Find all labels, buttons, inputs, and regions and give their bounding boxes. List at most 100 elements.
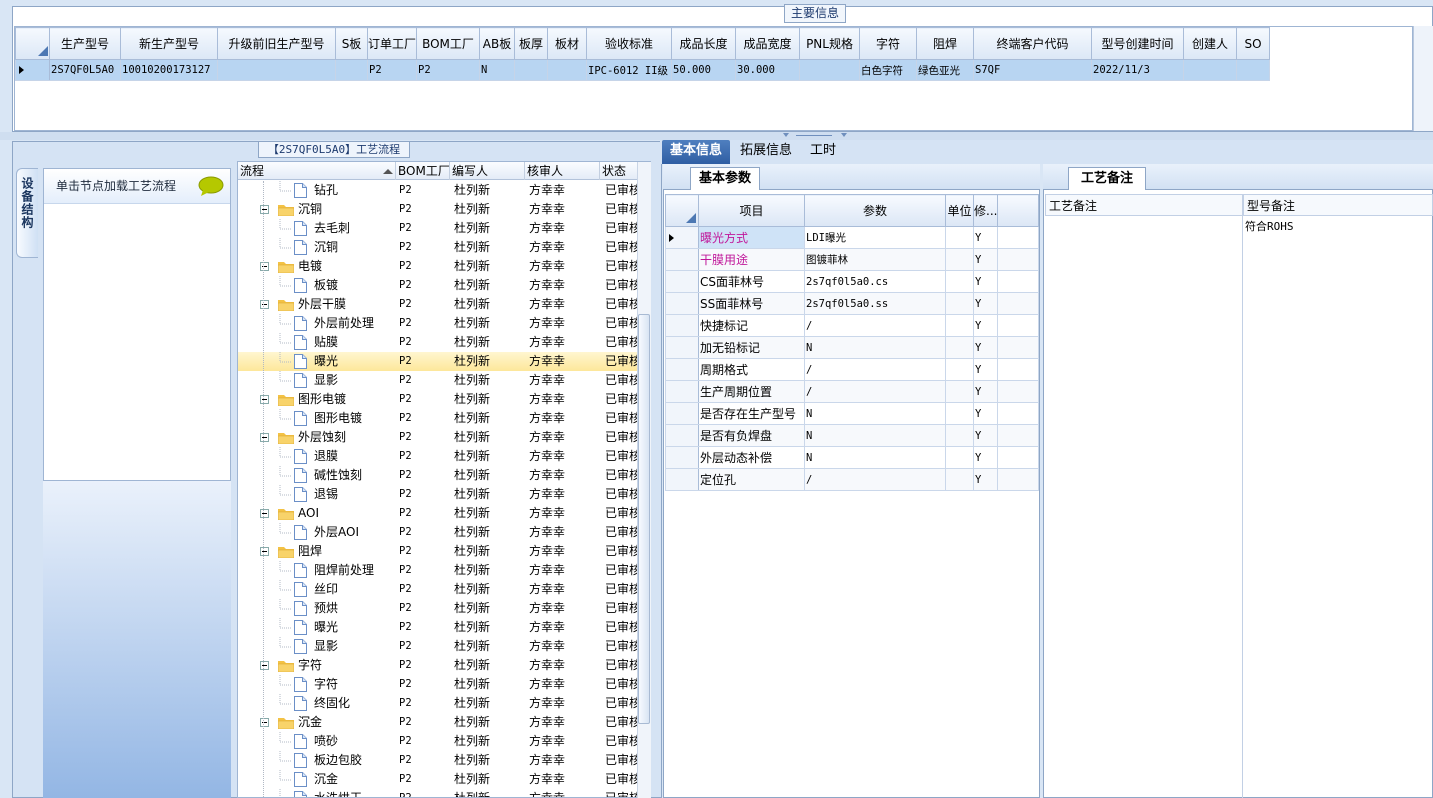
param-mod-cell[interactable]: Y [972, 358, 999, 381]
column-header[interactable]: 型号创建时间 [1091, 27, 1185, 60]
tree-row[interactable]: 水洗烘干 P2 杜列新 方幸幸 已审核 [238, 789, 638, 797]
table-cell[interactable] [1236, 59, 1271, 81]
column-header[interactable]: SO [1236, 27, 1271, 60]
tree-row[interactable]: 外层干膜 P2 杜列新 方幸幸 已审核 [238, 295, 638, 314]
param-unit-cell[interactable] [945, 468, 974, 491]
table-cell[interactable]: P2 [416, 59, 481, 81]
tab-basic-info[interactable]: 基本信息 [662, 140, 731, 164]
remarks-tab[interactable]: 工艺备注 [1068, 167, 1146, 190]
tree-row[interactable]: 字符 P2 杜列新 方幸幸 已审核 [238, 675, 638, 694]
column-header[interactable]: 升级前旧生产型号 [217, 27, 336, 60]
collapse-icon[interactable] [260, 547, 269, 556]
tree-row[interactable]: 图形电镀 P2 杜列新 方幸幸 已审核 [238, 409, 638, 428]
table-cell[interactable] [799, 59, 861, 81]
process-remark-field[interactable] [1045, 216, 1243, 798]
column-header[interactable]: 订单工厂 [366, 27, 418, 60]
tree-row[interactable]: AOI P2 杜列新 方幸幸 已审核 [238, 504, 638, 523]
param-item-cell[interactable]: 曝光方式 [698, 226, 805, 249]
param-column-header[interactable]: 参数 [804, 194, 946, 227]
collapse-icon[interactable] [260, 395, 269, 404]
param-unit-cell[interactable] [945, 402, 974, 425]
column-header[interactable]: S板 [335, 27, 368, 60]
param-item-cell[interactable]: CS面菲林号 [698, 270, 805, 293]
param-mod-cell[interactable]: Y [972, 226, 999, 249]
tree-row[interactable]: 退膜 P2 杜列新 方幸幸 已审核 [238, 447, 638, 466]
tab-work-hours[interactable]: 工时 [802, 140, 844, 164]
column-header[interactable]: 终端客户代码 [973, 27, 1093, 60]
column-header[interactable]: 板材 [547, 27, 588, 60]
param-mod-cell[interactable]: Y [972, 424, 999, 447]
tab-extended-info[interactable]: 拓展信息 [732, 140, 800, 164]
collapse-icon[interactable] [260, 205, 269, 214]
param-value-cell[interactable]: N [804, 446, 946, 469]
column-header[interactable]: PNL规格 [799, 27, 861, 60]
param-unit-cell[interactable] [945, 336, 974, 359]
table-cell[interactable]: P2 [366, 59, 418, 81]
tree-row[interactable]: 板边包胶 P2 杜列新 方幸幸 已审核 [238, 751, 638, 770]
param-unit-cell[interactable] [945, 380, 974, 403]
tree-column-header[interactable]: 编写人 [450, 162, 525, 180]
collapse-icon[interactable] [260, 262, 269, 271]
param-row[interactable]: 生产周期位置 / Y [665, 380, 1040, 403]
param-row[interactable]: CS面菲林号 2s7qf0l5a0.cs Y [665, 270, 1040, 293]
param-item-cell[interactable]: 外层动态补偿 [698, 446, 805, 469]
table-cell[interactable] [547, 59, 588, 81]
table-cell[interactable]: 绿色亚光 [916, 59, 975, 81]
column-header[interactable]: 创建人 [1183, 27, 1238, 60]
sort-up-icon[interactable] [383, 168, 393, 175]
tree-row[interactable]: 显影 P2 杜列新 方幸幸 已审核 [238, 371, 638, 390]
param-unit-cell[interactable] [945, 270, 974, 293]
tree-row[interactable]: 沉金 P2 杜列新 方幸幸 已审核 [238, 713, 638, 732]
param-value-cell[interactable]: 2s7qf0l5a0.ss [804, 292, 946, 315]
param-value-cell[interactable]: / [804, 468, 946, 491]
tree-row[interactable]: 沉铜 P2 杜列新 方幸幸 已审核 [238, 200, 638, 219]
param-row[interactable]: 曝光方式 LDI曝光 Y [665, 226, 1040, 249]
param-value-cell[interactable]: / [804, 314, 946, 337]
param-mod-cell[interactable]: Y [972, 380, 999, 403]
tree-row[interactable]: 外层前处理 P2 杜列新 方幸幸 已审核 [238, 314, 638, 333]
tree-row[interactable]: 喷砂 P2 杜列新 方幸幸 已审核 [238, 732, 638, 751]
tree-row[interactable]: 终固化 P2 杜列新 方幸幸 已审核 [238, 694, 638, 713]
param-value-cell[interactable]: N [804, 402, 946, 425]
param-column-header[interactable]: 单位 [945, 194, 974, 227]
collapse-icon[interactable] [260, 509, 269, 518]
column-header[interactable]: 生产型号 [49, 27, 121, 60]
tree-row[interactable]: 板镀 P2 杜列新 方幸幸 已审核 [238, 276, 638, 295]
table-row[interactable]: 2S7QF0L5A0 10010200173127 P2 P2 N IPC-6012 II… [15, 59, 1271, 81]
param-row[interactable]: 是否有负焊盘 N Y [665, 424, 1040, 447]
param-row[interactable]: 快捷标记 / Y [665, 314, 1040, 337]
table-cell[interactable] [514, 59, 549, 81]
table-cell[interactable]: 2022/11/3 [1091, 59, 1185, 81]
param-column-header[interactable]: 项目 [698, 194, 805, 227]
speech-bubble-icon[interactable] [198, 176, 224, 196]
tree-row[interactable]: 电镀 P2 杜列新 方幸幸 已审核 [238, 257, 638, 276]
param-value-cell[interactable]: N [804, 424, 946, 447]
collapse-icon[interactable] [260, 300, 269, 309]
tree-row[interactable]: 曝光 P2 杜列新 方幸幸 已审核 [238, 352, 638, 371]
table-cell[interactable] [217, 59, 336, 81]
param-row[interactable]: SS面菲林号 2s7qf0l5a0.ss Y [665, 292, 1040, 315]
collapse-icon[interactable] [260, 433, 269, 442]
table-cell[interactable]: IPC-6012 II级 [586, 59, 673, 81]
column-header[interactable]: AB板 [479, 27, 516, 60]
process-tree-scroll-thumb[interactable] [638, 314, 650, 724]
param-item-cell[interactable]: 干膜用途 [698, 248, 805, 271]
tree-column-header[interactable]: BOM工厂 [396, 162, 450, 180]
tree-row[interactable]: 预烘 P2 杜列新 方幸幸 已审核 [238, 599, 638, 618]
tree-row[interactable]: 碱性蚀刻 P2 杜列新 方幸幸 已审核 [238, 466, 638, 485]
tree-column-header[interactable]: 状态 [600, 162, 638, 180]
param-item-cell[interactable]: 是否有负焊盘 [698, 424, 805, 447]
param-mod-cell[interactable]: Y [972, 402, 999, 425]
param-mod-cell[interactable]: Y [972, 314, 999, 337]
tree-column-header[interactable]: 核审人 [525, 162, 600, 180]
tree-row[interactable]: 阻焊 P2 杜列新 方幸幸 已审核 [238, 542, 638, 561]
tree-row[interactable]: 钻孔 P2 杜列新 方幸幸 已审核 [238, 181, 638, 200]
param-unit-cell[interactable] [945, 314, 974, 337]
tree-row[interactable]: 曝光 P2 杜列新 方幸幸 已审核 [238, 618, 638, 637]
tree-row[interactable]: 退锡 P2 杜列新 方幸幸 已审核 [238, 485, 638, 504]
table-cell[interactable]: 30.000 [735, 59, 801, 81]
param-value-cell[interactable]: LDI曝光 [804, 226, 946, 249]
process-tree-list[interactable]: 流程 BOM工厂 编写人 核审人 状态 钻孔 P2 杜列新 方幸幸 已审核 沉铜 P2 杜列新 方幸幸已… [237, 161, 651, 798]
param-value-cell[interactable]: 2s7qf0l5a0.cs [804, 270, 946, 293]
tree-row[interactable]: 图形电镀 P2 杜列新 方幸幸 已审核 [238, 390, 638, 409]
